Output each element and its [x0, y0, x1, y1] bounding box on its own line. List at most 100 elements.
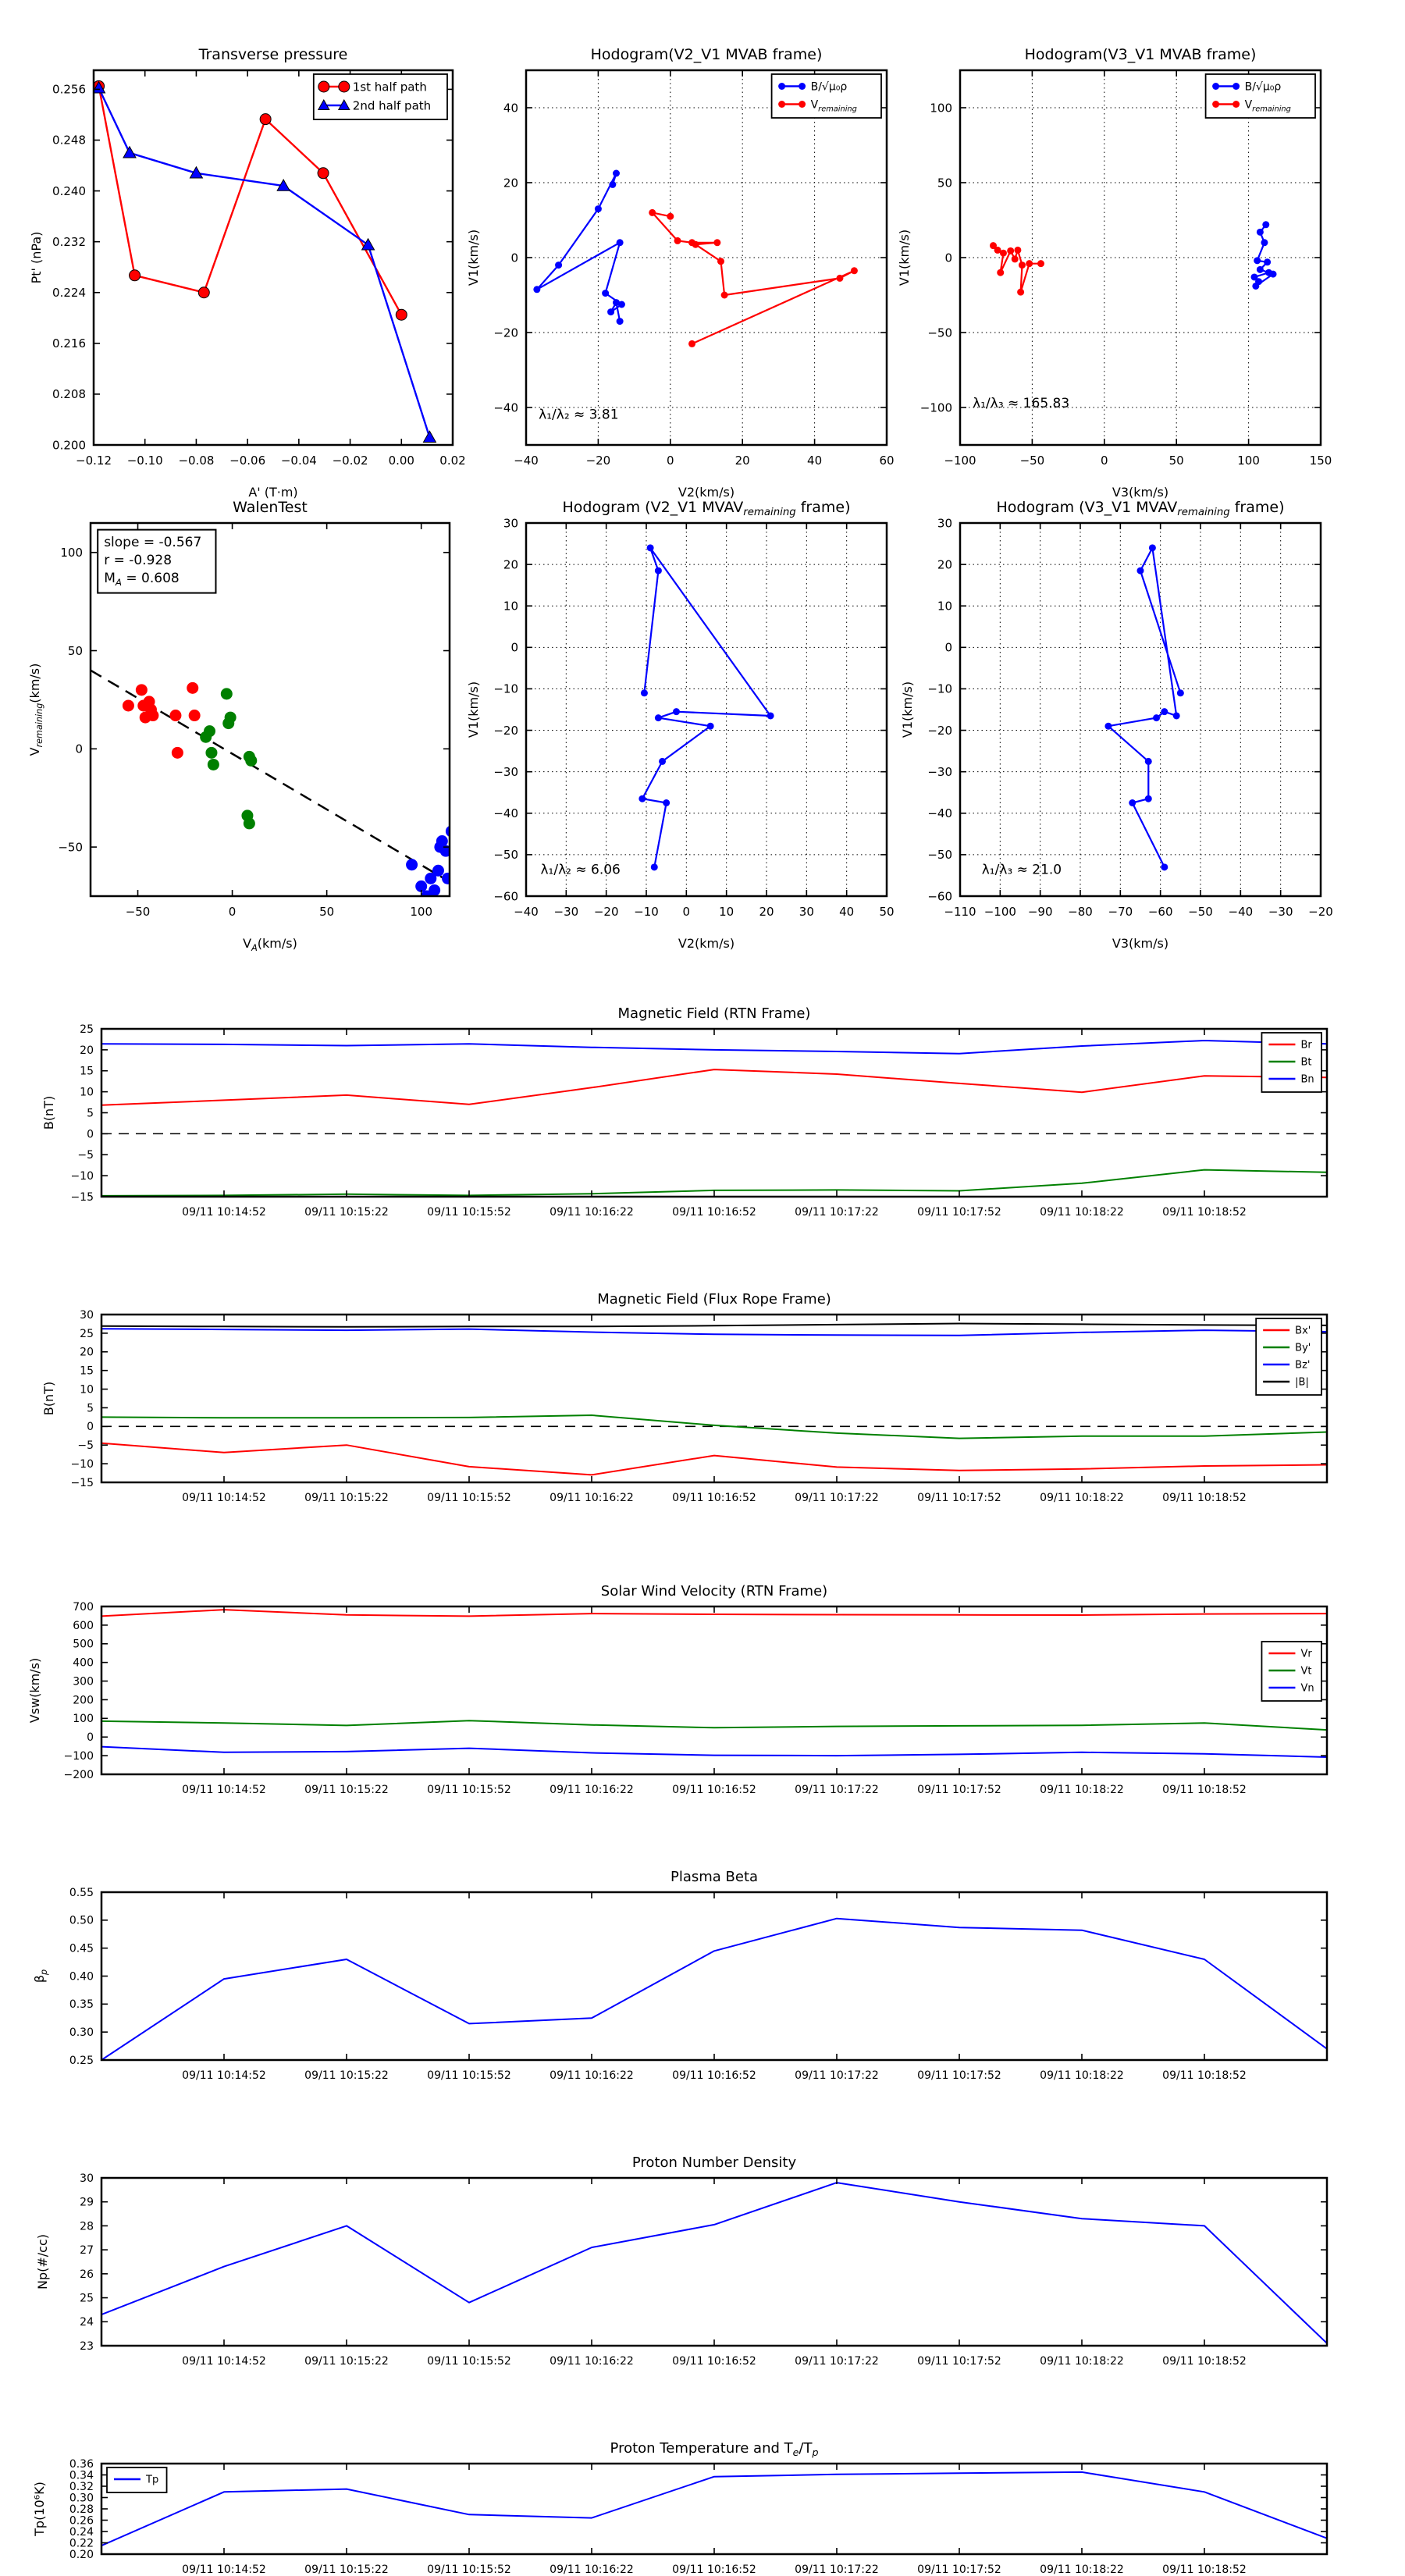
svg-text:−60: −60 [1148, 905, 1173, 919]
svg-text:−30: −30 [1268, 905, 1293, 919]
svg-text:Hodogram(V2_V1 MVAB frame): Hodogram(V2_V1 MVAB frame) [591, 46, 823, 63]
svg-text:Vt: Vt [1300, 1666, 1311, 1678]
svg-text:0.02: 0.02 [439, 454, 465, 468]
svg-text:09/11 10:18:52: 09/11 10:18:52 [1162, 2355, 1247, 2368]
svg-text:29: 29 [80, 2197, 94, 2209]
chart-hodogram-v2v1-mvav: −40−30−20−1001020304050−60−50−40−30−20−1… [466, 499, 895, 951]
svg-text:−0.08: −0.08 [178, 454, 214, 468]
svg-text:−10: −10 [634, 905, 659, 919]
svg-text:V1(km/s): V1(km/s) [466, 681, 481, 738]
svg-text:15: 15 [80, 1365, 94, 1378]
svg-text:09/11 10:18:22: 09/11 10:18:22 [1040, 2069, 1124, 2082]
svg-text:09/11 10:18:22: 09/11 10:18:22 [1040, 1206, 1124, 1219]
svg-text:−5: −5 [77, 1439, 94, 1452]
svg-text:0: 0 [944, 641, 952, 655]
svg-text:40: 40 [839, 905, 854, 919]
svg-text:0.20: 0.20 [69, 2549, 94, 2561]
svg-text:09/11 10:17:22: 09/11 10:17:22 [795, 2069, 879, 2082]
svg-text:Vsw(km/s): Vsw(km/s) [27, 1658, 42, 1723]
svg-text:−50: −50 [58, 840, 83, 854]
svg-text:Bn: Bn [1300, 1074, 1314, 1086]
svg-text:09/11 10:14:52: 09/11 10:14:52 [182, 1784, 266, 1796]
svg-text:WalenTest: WalenTest [233, 499, 308, 516]
svg-text:Np(#/cc): Np(#/cc) [35, 2234, 50, 2290]
svg-text:10: 10 [80, 1087, 94, 1099]
svg-text:09/11 10:18:22: 09/11 10:18:22 [1040, 2355, 1124, 2368]
svg-text:0: 0 [229, 905, 237, 919]
svg-text:60: 60 [879, 454, 894, 468]
svg-text:0.45: 0.45 [69, 1943, 94, 1955]
chart-hodogram-v3v1-mvab: −100−50050100150−100−50050100Hodogram(V3… [897, 46, 1332, 500]
svg-text:Magnetic Field (Flux Rope Fram: Magnetic Field (Flux Rope Frame) [597, 1291, 831, 1308]
svg-text:0.36: 0.36 [69, 2458, 94, 2471]
svg-text:09/11 10:14:52: 09/11 10:14:52 [182, 1206, 266, 1219]
svg-text:−10: −10 [70, 1458, 94, 1471]
svg-text:0.208: 0.208 [52, 387, 86, 401]
svg-text:−110: −110 [944, 905, 976, 919]
svg-text:09/11 10:14:52: 09/11 10:14:52 [182, 1492, 266, 1504]
svg-text:09/11 10:18:52: 09/11 10:18:52 [1162, 1784, 1247, 1796]
svg-text:Pt' (nPa): Pt' (nPa) [29, 232, 44, 284]
svg-text:0.35: 0.35 [69, 1998, 94, 2011]
svg-text:30: 30 [503, 516, 518, 530]
svg-text:−40: −40 [514, 454, 539, 468]
svg-text:B/√μ₀ρ: B/√μ₀ρ [1245, 81, 1282, 94]
svg-text:0.34: 0.34 [69, 2469, 94, 2482]
svg-text:−60: −60 [927, 889, 952, 903]
svg-text:200: 200 [73, 1694, 94, 1706]
svg-text:Hodogram(V3_V1 MVAB frame): Hodogram(V3_V1 MVAB frame) [1025, 46, 1257, 63]
svg-text:V1(km/s): V1(km/s) [897, 229, 912, 286]
svg-text:09/11 10:15:52: 09/11 10:15:52 [427, 1784, 511, 1796]
svg-text:−20: −20 [594, 905, 619, 919]
svg-text:09/11 10:17:52: 09/11 10:17:52 [917, 1492, 1001, 1504]
svg-text:Hodogram (V2_V1 MVAVremaining​: Hodogram (V2_V1 MVAVremaining​ frame) [563, 499, 851, 518]
svg-text:0.30: 0.30 [69, 2026, 94, 2039]
svg-text:0.224: 0.224 [52, 286, 86, 300]
svg-text:λ₁/λ₃ ≈ 165.83: λ₁/λ₃ ≈ 165.83 [973, 396, 1069, 411]
svg-text:−0.10: −0.10 [127, 454, 163, 468]
svg-text:09/11 10:16:22: 09/11 10:16:22 [550, 1206, 634, 1219]
svg-text:09/11 10:17:52: 09/11 10:17:52 [917, 2355, 1001, 2368]
svg-text:50: 50 [1169, 454, 1184, 468]
chart-plasma-beta: 09/11 10:14:5209/11 10:15:2209/11 10:15:… [32, 1869, 1327, 2082]
svg-text:−40: −40 [493, 806, 518, 820]
svg-text:By': By' [1295, 1343, 1311, 1354]
svg-text:100: 100 [1237, 454, 1260, 468]
svg-text:Vr: Vr [1300, 1649, 1312, 1660]
svg-text:09/11 10:16:52: 09/11 10:16:52 [672, 2069, 756, 2082]
chart-proton-temp: 09/11 10:14:5209/11 10:15:2209/11 10:15:… [32, 2440, 1327, 2576]
svg-text:09/11 10:15:22: 09/11 10:15:22 [304, 1492, 389, 1504]
svg-text:20: 20 [759, 905, 774, 919]
svg-text:−100: −100 [64, 1750, 94, 1763]
svg-text:−15: −15 [70, 1191, 94, 1204]
svg-text:25: 25 [80, 1328, 94, 1340]
svg-text:V3(km/s): V3(km/s) [1112, 936, 1168, 951]
svg-text:10: 10 [80, 1383, 94, 1396]
svg-text:09/11 10:16:52: 09/11 10:16:52 [672, 1492, 756, 1504]
svg-text:50: 50 [68, 644, 83, 658]
svg-text:27: 27 [80, 2244, 94, 2257]
svg-text:09/11 10:16:22: 09/11 10:16:22 [550, 1492, 634, 1504]
svg-text:09/11 10:16:22: 09/11 10:16:22 [550, 2069, 634, 2082]
svg-text:09/11 10:14:52: 09/11 10:14:52 [182, 2355, 266, 2368]
svg-text:−0.02: −0.02 [333, 454, 368, 468]
svg-text:40: 40 [503, 101, 518, 115]
svg-text:V1(km/s): V1(km/s) [900, 681, 915, 738]
svg-text:09/11 10:14:52: 09/11 10:14:52 [182, 2069, 266, 2082]
svg-text:λ₁/λ₃ ≈ 21.0: λ₁/λ₃ ≈ 21.0 [982, 862, 1062, 877]
svg-text:−100: −100 [984, 905, 1016, 919]
svg-text:09/11 10:17:52: 09/11 10:17:52 [917, 2564, 1001, 2576]
svg-text:0: 0 [667, 454, 674, 468]
svg-text:−100: −100 [920, 400, 952, 415]
svg-text:09/11 10:16:22: 09/11 10:16:22 [550, 1784, 634, 1796]
svg-text:−20: −20 [1308, 905, 1333, 919]
svg-text:B(nT): B(nT) [41, 1382, 56, 1415]
svg-text:−30: −30 [554, 905, 579, 919]
svg-text:0.200: 0.200 [52, 438, 86, 452]
svg-text:V3(km/s): V3(km/s) [1112, 485, 1168, 500]
svg-text:25: 25 [80, 1023, 94, 1036]
svg-text:Tp: Tp [145, 2475, 158, 2486]
svg-text:−50: −50 [927, 326, 952, 340]
svg-text:50: 50 [879, 905, 894, 919]
svg-text:150: 150 [1310, 454, 1332, 468]
